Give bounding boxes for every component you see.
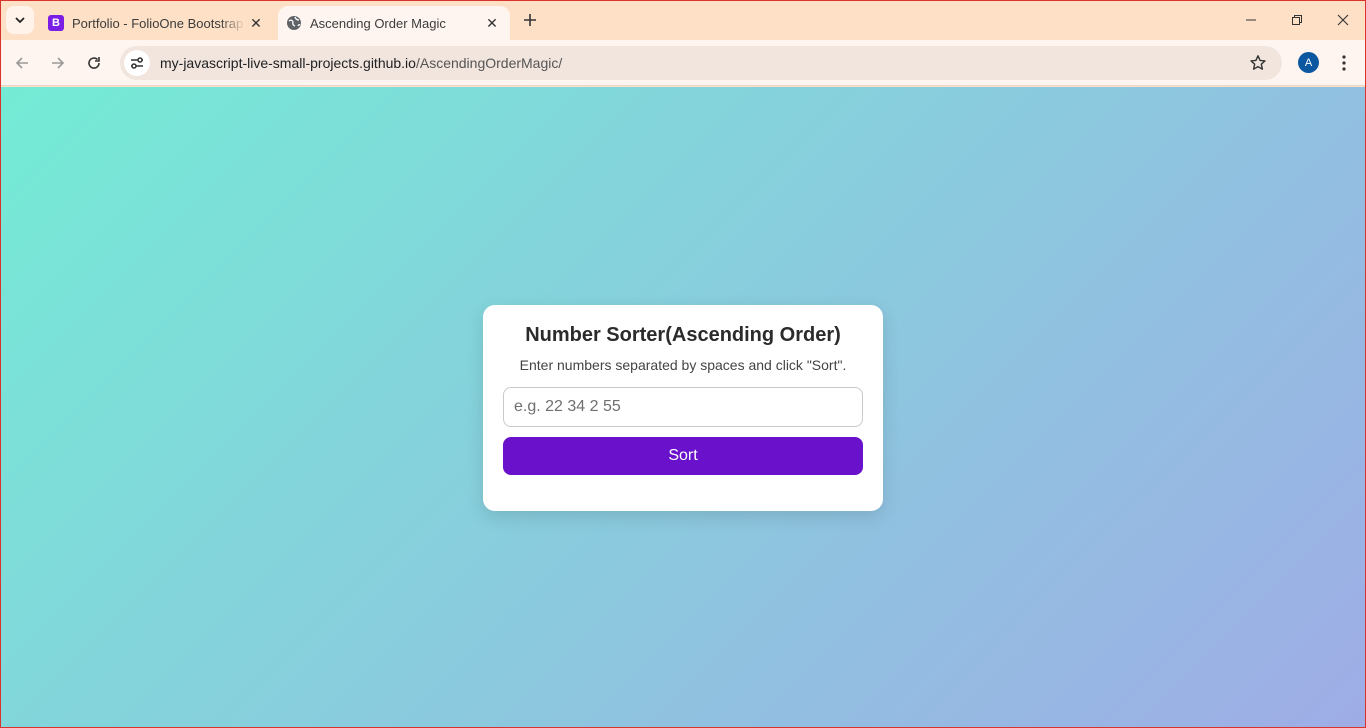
arrow-left-icon: [15, 57, 28, 69]
bookmark-star-icon[interactable]: [1248, 53, 1268, 73]
instructions-text: Enter numbers separated by spaces and cl…: [519, 357, 847, 373]
tab-search-button[interactable]: [6, 6, 34, 34]
close-icon: [1337, 14, 1349, 26]
url-text: my-javascript-live-small-projects.github…: [160, 55, 562, 71]
page-title: Number Sorter(Ascending Order): [525, 324, 841, 346]
restore-button[interactable]: [1274, 0, 1320, 40]
globe-icon: [286, 15, 302, 31]
tab-strip: B Portfolio - FolioOne Bootstrap Templat…: [0, 0, 1366, 40]
sort-button[interactable]: Sort: [503, 437, 863, 475]
address-bar[interactable]: my-javascript-live-small-projects.github…: [120, 46, 1282, 80]
reload-button[interactable]: [79, 48, 109, 78]
bootstrap-favicon-icon: B: [48, 15, 64, 31]
chevron-down-icon: [15, 17, 25, 24]
site-info-button[interactable]: [124, 50, 150, 76]
back-button[interactable]: [7, 48, 37, 78]
browser-toolbar: my-javascript-live-small-projects.github…: [0, 40, 1366, 86]
sorter-card: Number Sorter(Ascending Order) Enter num…: [483, 305, 883, 511]
restore-icon: [1292, 15, 1302, 25]
minimize-button[interactable]: [1228, 0, 1274, 40]
more-vertical-icon: [1342, 55, 1346, 71]
numbers-input[interactable]: [503, 387, 863, 427]
arrow-right-icon: [52, 57, 65, 69]
forward-button[interactable]: [43, 48, 73, 78]
url-host: my-javascript-live-small-projects.github…: [160, 55, 416, 71]
browser-menu-button[interactable]: [1334, 48, 1354, 78]
reload-icon: [88, 57, 100, 69]
plus-icon: [524, 14, 536, 26]
close-icon[interactable]: ✕: [482, 13, 502, 33]
minimize-icon: [1246, 19, 1256, 21]
close-window-button[interactable]: [1320, 0, 1366, 40]
tab-title: Portfolio - FolioOne Bootstrap Template: [72, 15, 246, 31]
new-tab-button[interactable]: [518, 8, 542, 32]
tune-icon: [131, 57, 143, 69]
tab-ascending-order-magic[interactable]: Ascending Order Magic ✕: [278, 6, 510, 40]
tab-portfolio[interactable]: B Portfolio - FolioOne Bootstrap Templat…: [38, 6, 274, 40]
page-viewport: Number Sorter(Ascending Order) Enter num…: [0, 87, 1366, 728]
tab-title: Ascending Order Magic: [310, 15, 446, 31]
close-icon[interactable]: ✕: [246, 13, 266, 33]
profile-avatar[interactable]: A: [1298, 52, 1319, 73]
url-path: /AscendingOrderMagic/: [415, 55, 563, 71]
